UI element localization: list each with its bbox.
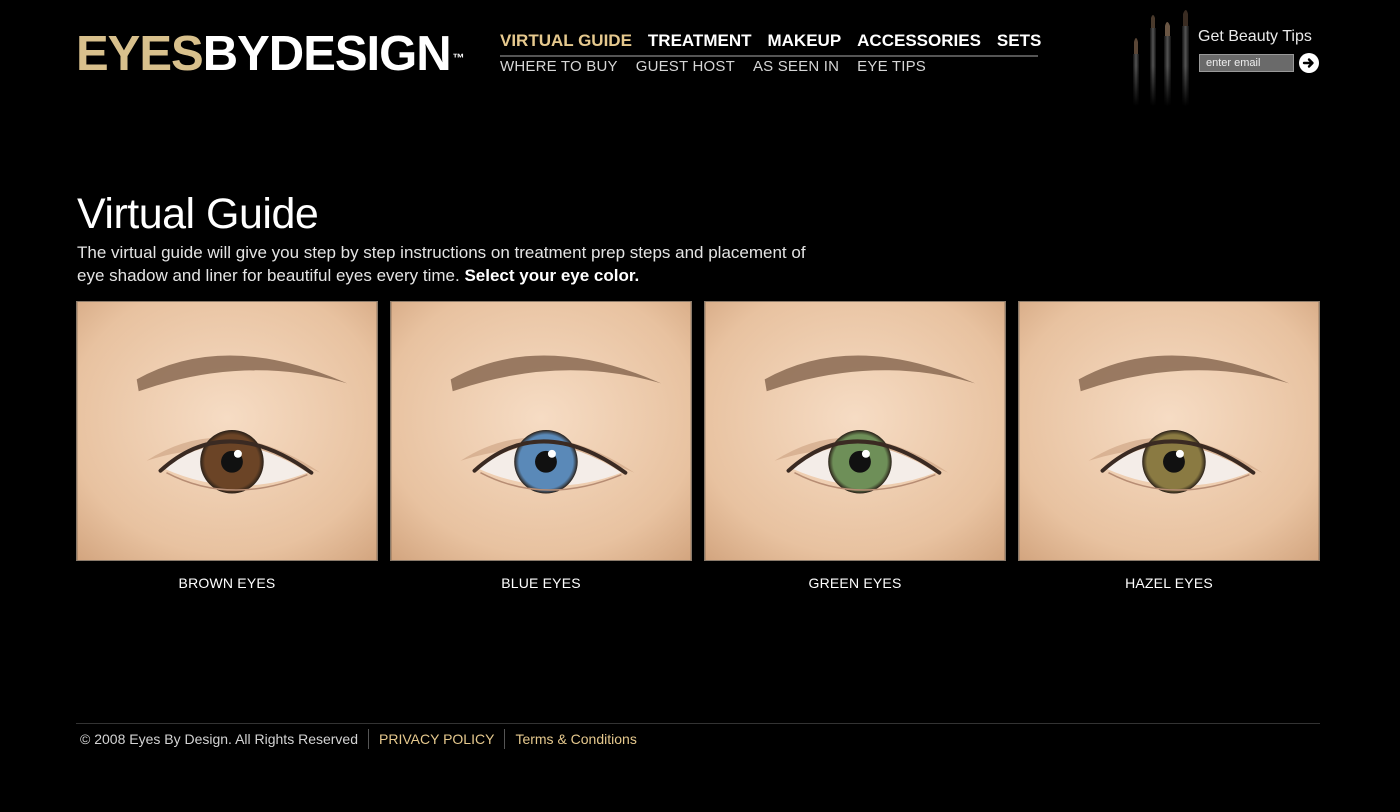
beauty-tips-title: Get Beauty Tips	[1198, 28, 1312, 45]
intro-body: The virtual guide will give you step by …	[77, 243, 806, 285]
eye-label-brown[interactable]: BROWN EYES	[76, 575, 378, 591]
nav-as-seen-in[interactable]: AS SEEN IN	[753, 58, 839, 75]
brand-logo[interactable]: EYESBYDESIGN ™	[76, 27, 465, 81]
footer: © 2008 Eyes By Design. All Rights Reserv…	[80, 729, 637, 749]
copyright-text: © 2008 Eyes By Design. All Rights Reserv…	[80, 731, 359, 747]
nav-guest-host[interactable]: GUEST HOST	[636, 58, 735, 75]
eye-card-hazel[interactable]: HAZEL EYES	[1018, 301, 1320, 591]
logo-bydesign-text: BYDESIGN	[202, 27, 452, 81]
footer-separator	[368, 729, 370, 749]
arrow-right-circle-icon	[1302, 58, 1314, 68]
blue-eye-image[interactable]	[390, 301, 692, 561]
email-input[interactable]	[1199, 54, 1294, 72]
nav-virtual-guide[interactable]: VIRTUAL GUIDE	[500, 31, 632, 51]
eye-card-green[interactable]: GREEN EYES	[704, 301, 1006, 591]
secondary-nav: WHERE TO BUY GUEST HOST AS SEEN IN EYE T…	[500, 58, 926, 75]
hazel-eye-image[interactable]	[1018, 301, 1320, 561]
footer-divider	[76, 723, 1320, 724]
nav-eye-tips[interactable]: EYE TIPS	[857, 58, 926, 75]
intro-emphasis: Select your eye color.	[464, 266, 640, 285]
eye-label-blue[interactable]: BLUE EYES	[390, 575, 692, 591]
intro-text: The virtual guide will give you step by …	[77, 241, 837, 287]
nav-accessories[interactable]: ACCESSORIES	[857, 31, 981, 51]
makeup-brushes-image	[1126, 6, 1196, 106]
green-eye-image[interactable]	[704, 301, 1006, 561]
brown-eye-image[interactable]	[76, 301, 378, 561]
eye-card-brown[interactable]: BROWN EYES	[76, 301, 378, 591]
nav-makeup[interactable]: MAKEUP	[767, 31, 841, 51]
logo-eyes-text: EYES	[76, 27, 204, 81]
nav-where-to-buy[interactable]: WHERE TO BUY	[500, 58, 618, 75]
nav-treatment[interactable]: TREATMENT	[648, 31, 752, 51]
eye-card-blue[interactable]: BLUE EYES	[390, 301, 692, 591]
footer-separator	[504, 729, 506, 749]
page-title: Virtual Guide	[77, 190, 319, 238]
terms-link[interactable]: Terms & Conditions	[515, 731, 636, 747]
eye-label-hazel[interactable]: HAZEL EYES	[1018, 575, 1320, 591]
trademark-symbol: ™	[452, 51, 465, 65]
primary-nav: VIRTUAL GUIDE TREATMENT MAKEUP ACCESSORI…	[500, 31, 1041, 57]
eye-label-green[interactable]: GREEN EYES	[704, 575, 1006, 591]
email-submit-button[interactable]	[1299, 53, 1319, 73]
nav-sets[interactable]: SETS	[997, 31, 1041, 51]
privacy-policy-link[interactable]: PRIVACY POLICY	[379, 731, 494, 747]
eye-color-grid: BROWN EYES BLUE EYES GREEN EYES HAZEL EY…	[76, 301, 1320, 591]
